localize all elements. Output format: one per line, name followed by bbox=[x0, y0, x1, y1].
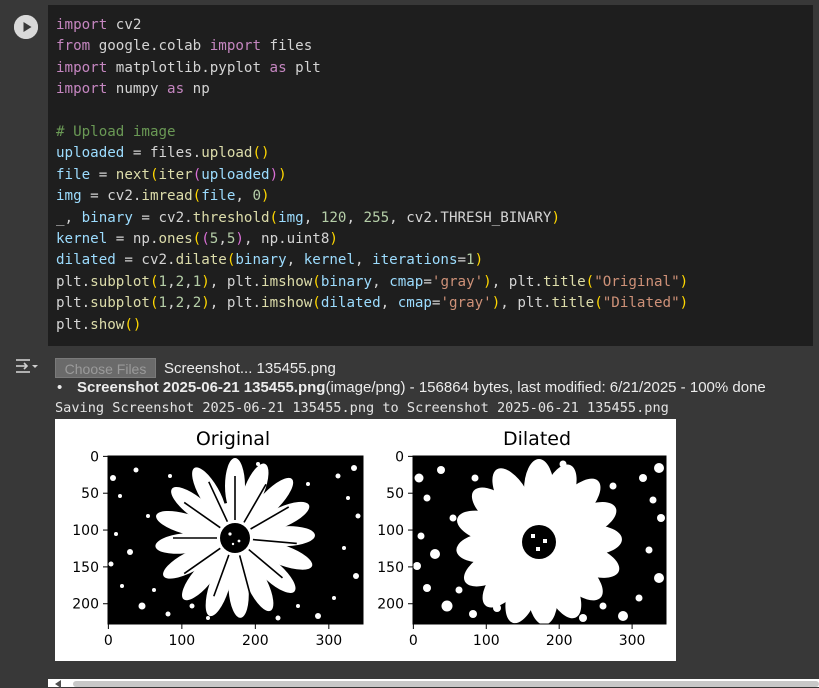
code-editor[interactable]: import cv2 from google.colab import file… bbox=[48, 5, 813, 346]
y-tick-label: 0 bbox=[90, 449, 99, 465]
code-line-1: import cv2 bbox=[56, 17, 142, 33]
code-line-8: file = next(iter(uploaded)) bbox=[56, 166, 287, 183]
y-tick-label: 50 bbox=[386, 486, 404, 502]
code-line-7: uploaded = files.upload() bbox=[56, 145, 270, 162]
x-tick-label: 100 bbox=[168, 633, 195, 649]
matplotlib-figure: Original Dilated 0 100 200 300 0 50 100 … bbox=[55, 419, 676, 661]
y-tick-label: 200 bbox=[72, 597, 99, 613]
panel-dilated bbox=[412, 455, 667, 625]
run-cell-button[interactable] bbox=[14, 15, 38, 39]
y-tick-label: 150 bbox=[377, 560, 404, 576]
bullet: • bbox=[57, 379, 63, 396]
code-line-15: plt.show() bbox=[56, 316, 142, 333]
code-text: import cv2 from google.colab import file… bbox=[56, 15, 688, 336]
cell-output: Choose Files Screenshot... 135455.png • S… bbox=[48, 348, 819, 687]
selected-file-name: Screenshot... 135455.png bbox=[164, 359, 336, 377]
output-collapse-icon bbox=[16, 359, 38, 373]
code-line-3: import matplotlib.pyplot as plt bbox=[56, 59, 321, 76]
x-tick-label: 100 bbox=[473, 633, 500, 649]
code-line-10: _, binary = cv2.threshold(img, 120, 255,… bbox=[56, 209, 560, 226]
figure-svg: Original Dilated 0 100 200 3000501001502… bbox=[72, 428, 667, 649]
code-line-2: from google.colab import files bbox=[56, 38, 313, 55]
cell-gutter bbox=[0, 0, 48, 348]
code-comment: # Upload image bbox=[56, 124, 176, 141]
panel-original bbox=[107, 455, 364, 625]
x-tick-label: 200 bbox=[546, 633, 573, 649]
code-line-4: import numpy as np bbox=[56, 81, 210, 98]
y-tick-label: 0 bbox=[395, 449, 404, 465]
saving-message: Saving Screenshot 2025-06-21 135455.png … bbox=[55, 400, 669, 416]
x-tick-label: 0 bbox=[104, 633, 113, 649]
upload-details: (image/png) - 156864 bytes, last modifie… bbox=[325, 379, 766, 396]
panel-title-original: Original bbox=[196, 428, 270, 450]
x-tick-label: 0 bbox=[409, 633, 418, 649]
output-gutter bbox=[0, 348, 48, 687]
upload-filename: Screenshot 2025-06-21 135455.png bbox=[77, 379, 326, 396]
output-toggle-button[interactable] bbox=[14, 357, 40, 377]
code-line-12: dilated = cv2.dilate(binary, kernel, ite… bbox=[56, 252, 484, 269]
horizontal-scrollbar[interactable] bbox=[73, 681, 819, 687]
y-tick-label: 150 bbox=[72, 560, 99, 576]
choose-files-button[interactable]: Choose Files bbox=[55, 358, 156, 378]
y-tick-label: 100 bbox=[72, 523, 99, 539]
y-tick-label: 100 bbox=[377, 523, 404, 539]
code-line-9: img = cv2.imread(file, 0) bbox=[56, 188, 270, 205]
file-upload-row: Choose Files Screenshot... 135455.png bbox=[55, 357, 336, 379]
y-tick-label: 50 bbox=[81, 486, 99, 502]
code-line-14: plt.subplot(1,2,2), plt.imshow(dilated, … bbox=[56, 295, 689, 312]
code-line-13: plt.subplot(1,2,1), plt.imshow(binary, c… bbox=[56, 273, 689, 290]
x-tick-label: 300 bbox=[315, 633, 342, 649]
y-tick-label: 200 bbox=[377, 597, 404, 613]
play-circle-icon bbox=[14, 15, 38, 39]
code-line-11: kernel = np.ones((5,5), np.uint8) bbox=[56, 231, 338, 248]
x-tick-label: 200 bbox=[242, 633, 269, 649]
x-tick-label: 300 bbox=[619, 633, 646, 649]
panel-title-dilated: Dilated bbox=[503, 428, 571, 450]
code-cell: import cv2 from google.colab import file… bbox=[0, 0, 819, 348]
upload-list-item: • Screenshot 2025-06-21 135455.png(image/… bbox=[57, 379, 766, 396]
